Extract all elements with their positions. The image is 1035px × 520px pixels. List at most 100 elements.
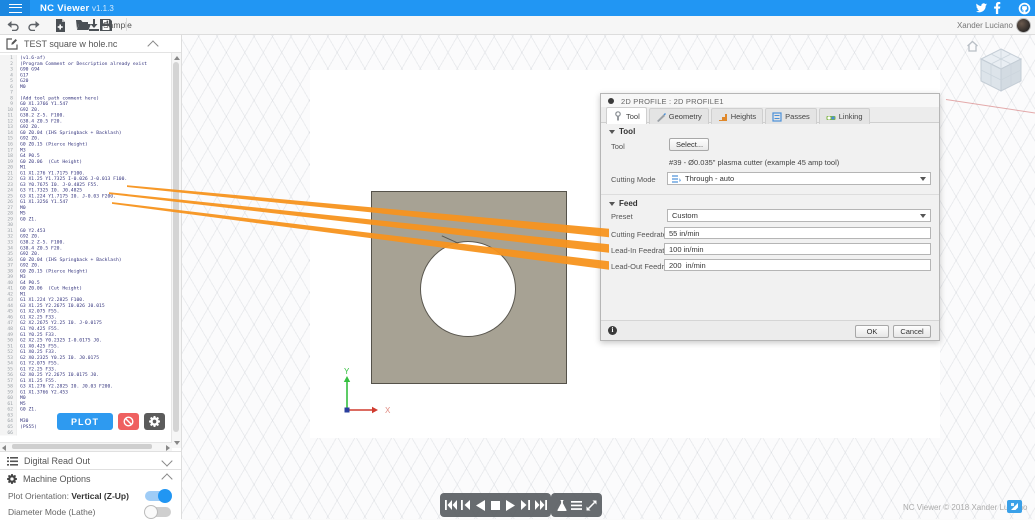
cutting-feedrate-input[interactable]: [664, 227, 931, 239]
twitter-icon[interactable]: [975, 2, 988, 14]
plot-orientation-toggle[interactable]: [145, 489, 172, 503]
gcode-editor[interactable]: 1 (v1.6-af) 2 (Program Comment or Descripti…: [0, 53, 172, 448]
step-forward-button[interactable]: [518, 493, 533, 517]
editor-vertical-scrollbar[interactable]: [171, 53, 181, 448]
gcode-lines: 1 (v1.6-af) 2 (Program Comment or Descripti…: [0, 55, 172, 436]
vertical-scroll-thumb[interactable]: [173, 62, 179, 432]
select-tool-button[interactable]: Select...: [669, 138, 709, 151]
collapse-editor-icon[interactable]: [147, 40, 159, 52]
hamburger-menu-icon[interactable]: [0, 0, 30, 16]
passes-tab-icon: [772, 111, 782, 122]
horizontal-scroll-thumb[interactable]: [12, 444, 152, 449]
skip-to-start-button[interactable]: [443, 493, 458, 517]
load-sample-button[interactable]: Sample: [84, 17, 136, 33]
viewer-tools: [551, 493, 602, 517]
expand-icon[interactable]: [584, 493, 599, 517]
edit-filename-icon[interactable]: [6, 38, 18, 50]
digital-readout-section[interactable]: Digital Read Out: [0, 451, 181, 470]
tab-tool[interactable]: Tool: [606, 107, 647, 124]
linking-tab-icon: [826, 115, 836, 120]
language-badge-icon[interactable]: [1007, 500, 1022, 513]
editor-settings-button[interactable]: [144, 413, 165, 430]
home-view-icon[interactable]: [966, 40, 979, 52]
user-avatar[interactable]: [1016, 18, 1031, 33]
editor-horizontal-scrollbar[interactable]: [0, 442, 172, 451]
y-axis-label: Y: [344, 367, 350, 376]
tab-linking[interactable]: Linking: [818, 108, 870, 124]
diameter-mode-toggle[interactable]: [144, 505, 171, 519]
skip-to-end-button[interactable]: [533, 493, 548, 517]
tab-geometry[interactable]: Geometry: [648, 108, 709, 124]
info-icon[interactable]: i: [608, 326, 617, 335]
tab-label: Linking: [838, 112, 863, 121]
gcode-text: G0 Z0.06 (Cut Height): [20, 158, 83, 165]
play-button[interactable]: [503, 493, 518, 517]
stop-plot-button[interactable]: [118, 413, 139, 430]
list-icon[interactable]: [569, 493, 584, 517]
gcode-line[interactable]: 66: [0, 429, 172, 436]
plotted-square-part: [371, 191, 567, 384]
feed-section-header[interactable]: Feed: [609, 199, 638, 208]
main-toolbar: Sample Xander Luciano: [0, 16, 1035, 35]
scroll-right-icon[interactable]: [166, 444, 170, 451]
lead-in-feedrate-label: Lead-In Feedrate: [611, 246, 669, 255]
app-title: NC Viewer: [40, 3, 90, 14]
tool-section-header[interactable]: Tool: [609, 127, 635, 136]
file-header[interactable]: TEST square w hole.nc: [0, 36, 181, 53]
tab-heights[interactable]: Heights: [710, 108, 764, 124]
gcode-text: G0 Z0.06 (Cut Height): [20, 285, 83, 292]
step-back-button[interactable]: [458, 493, 473, 517]
cutting-mode-value: Through - auto: [685, 174, 735, 183]
github-icon[interactable]: [1018, 2, 1031, 15]
new-file-icon[interactable]: [52, 18, 68, 32]
facebook-icon[interactable]: [992, 2, 1005, 14]
line-number: 66: [0, 429, 17, 436]
2d-profile-dialog: 2D PROFILE : 2D PROFILE1 Tool Geometry Hei…: [600, 93, 940, 341]
machine-options-label: Machine Options: [23, 474, 91, 484]
play-reverse-button[interactable]: [473, 493, 488, 517]
cutting-mode-select[interactable]: Through - auto: [667, 172, 931, 185]
stop-button[interactable]: [488, 493, 503, 517]
plot-orientation-label: Plot Orientation:: [8, 491, 69, 501]
undo-icon[interactable]: [4, 18, 20, 32]
lead-out-feedrate-input[interactable]: [664, 259, 931, 271]
gear-icon: [149, 416, 160, 427]
gcode-text: G0 Z0.15 (Pierce Height): [20, 268, 88, 274]
scroll-left-icon[interactable]: [2, 444, 6, 451]
cancel-button[interactable]: Cancel: [893, 325, 931, 338]
preset-label: Preset: [611, 212, 633, 221]
axis-indicator: Y X: [335, 360, 397, 418]
preset-select[interactable]: Custom: [667, 209, 931, 222]
flask-icon[interactable]: [554, 493, 569, 517]
redo-icon[interactable]: [26, 18, 42, 32]
x-axis-label: X: [385, 406, 391, 415]
plot-button[interactable]: PLOT: [57, 413, 113, 430]
app-version: v1.1.3: [92, 4, 114, 13]
cutting-feedrate-label: Cutting Feedrate: [611, 230, 667, 239]
ok-button[interactable]: OK: [855, 325, 889, 338]
operation-bullet-icon: [608, 97, 614, 104]
geometry-tab-icon: [656, 112, 666, 122]
section-divider: [601, 194, 939, 195]
tab-label: Heights: [730, 112, 757, 121]
chevron-down-icon: [920, 213, 926, 218]
scroll-up-icon[interactable]: [173, 56, 180, 60]
lead-in-feedrate-input[interactable]: [664, 243, 931, 255]
tool-tab-icon: [615, 111, 621, 121]
plotted-circle-hole: [420, 241, 516, 337]
heights-tab-icon: [718, 113, 727, 121]
view-cube[interactable]: [979, 47, 1023, 93]
machine-options-section[interactable]: Machine Options: [0, 469, 181, 488]
top-navbar: NC Viewer v1.1.3: [0, 0, 1035, 16]
cutting-mode-label: Cutting Mode: [611, 175, 656, 184]
gcode-panel: TEST square w hole.nc 1 (v1.6-af) 2 (Progra…: [0, 34, 182, 520]
plot-orientation-row: Plot Orientation: Vertical (Z-Up): [0, 488, 181, 504]
tab-passes[interactable]: Passes: [765, 108, 817, 124]
scroll-down-icon[interactable]: [173, 441, 180, 445]
dialog-title: 2D PROFILE : 2D PROFILE1: [621, 96, 724, 106]
gcode-text: [17, 430, 20, 436]
plot-orientation-value: Vertical (Z-Up): [71, 491, 129, 501]
dialog-title-bar[interactable]: 2D PROFILE : 2D PROFILE1: [601, 94, 939, 108]
gcode-text: G0 Z0.15 (Pierce Height): [20, 141, 88, 147]
chevron-up-icon: [161, 470, 173, 488]
